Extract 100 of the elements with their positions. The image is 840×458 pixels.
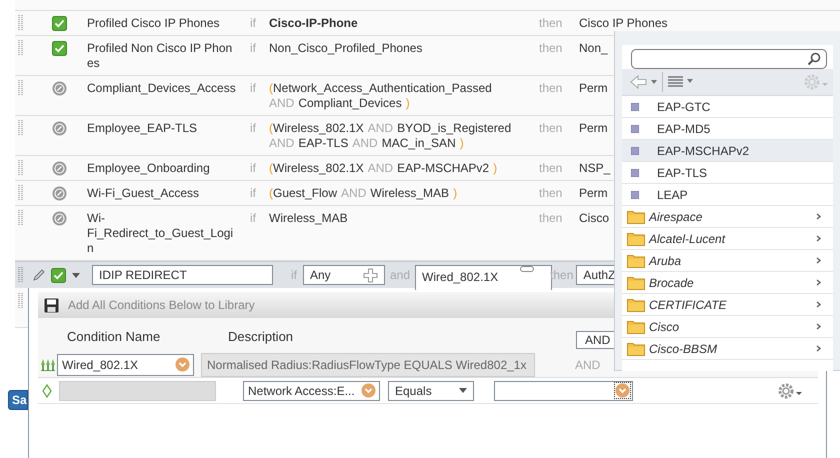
value-field[interactable] <box>494 380 633 400</box>
rule-name: Wi- Fi_Redirect_to_Guest_Logi n <box>87 211 234 256</box>
folder-icon <box>627 210 645 224</box>
dropdown-caret-icon[interactable] <box>361 383 376 398</box>
dictionary-item[interactable]: EAP-MSCHAPv2 <box>622 140 833 162</box>
parenthesis: ) <box>453 186 458 200</box>
folder-icon <box>627 254 645 268</box>
then-label: then <box>539 211 562 225</box>
condition-term: Compliant_Devices <box>298 96 402 110</box>
if-label: if <box>250 121 256 135</box>
if-label: if <box>250 211 256 225</box>
drag-handle-icon[interactable] <box>18 40 24 56</box>
drag-handle-icon[interactable] <box>18 160 24 176</box>
drag-handle-icon[interactable] <box>18 80 24 96</box>
list-view-icon[interactable] <box>667 75 695 89</box>
result-profile: Cisco IP Phones <box>579 16 668 30</box>
search-icon[interactable] <box>807 52 821 66</box>
condition-field[interactable]: Any <box>303 265 385 285</box>
caret-icon[interactable] <box>72 272 80 278</box>
then-label: then <box>539 121 562 135</box>
dropdown-caret-icon[interactable] <box>175 357 190 372</box>
rule-name: Profiled Non Cisco IP Phon es <box>87 41 232 71</box>
rule-name: Profiled Cisco IP Phones <box>87 16 220 31</box>
if-label: if <box>291 268 297 282</box>
pencil-icon[interactable] <box>33 269 45 281</box>
operator-label: AND <box>368 121 394 135</box>
settings-icon[interactable] <box>777 382 803 400</box>
folder-icon <box>627 298 645 312</box>
caret-icon <box>459 388 467 393</box>
condition-term: EAP-TLS <box>298 136 348 150</box>
if-label: if <box>250 186 256 200</box>
condition-name-field[interactable] <box>59 380 216 400</box>
drag-handle-icon[interactable] <box>18 293 24 309</box>
parenthesis: ( <box>269 121 273 135</box>
rule-name-field[interactable]: IDIP REDIRECT <box>92 265 273 285</box>
plus-icon[interactable] <box>363 268 378 282</box>
chevron-right-icon <box>816 323 821 330</box>
rule-name: Wi-Fi_Guest_Access <box>87 186 200 201</box>
if-label: if <box>250 161 256 175</box>
parenthesis: ) <box>460 136 464 150</box>
rule-name: Employee_EAP-TLS <box>87 121 198 136</box>
diamond-icon <box>42 384 52 398</box>
chevron-right-icon <box>816 213 821 220</box>
settings-icon[interactable] <box>803 73 829 91</box>
condition-name-field[interactable]: Wired_802.1X <box>57 354 194 376</box>
folder-icon <box>627 342 645 356</box>
description-field: Normalised Radius:RadiusFlowType EQUALS Wired802_1x <box>201 352 535 376</box>
then-label: then <box>539 41 562 55</box>
condition-term: Non_Cisco_Profiled_Phones <box>269 41 422 55</box>
folder-icon <box>627 232 645 246</box>
condition-tab[interactable]: Wired_802.1X <box>415 264 552 290</box>
parenthesis: ( <box>269 161 273 175</box>
operator-select[interactable]: Equals <box>388 380 474 400</box>
operator-label: AND <box>352 136 378 150</box>
attribute-select[interactable]: Network Access:E... <box>243 380 380 400</box>
if-label: if <box>250 16 256 30</box>
operator-label: AND <box>368 161 394 175</box>
operator-label: AND <box>269 136 294 150</box>
drag-handle-icon[interactable] <box>18 120 24 136</box>
column-header: Condition Name <box>67 328 162 344</box>
dropdown-caret-icon[interactable] <box>615 383 630 398</box>
parenthesis: ) <box>406 96 410 110</box>
enabled-checkbox[interactable] <box>51 268 66 282</box>
chevron-right-icon <box>816 345 821 352</box>
if-label: if <box>250 41 256 55</box>
condition-term: Wireless_802.1X <box>273 121 364 135</box>
then-label: then <box>539 81 562 95</box>
rule-name: Employee_Onboarding <box>87 161 210 176</box>
operator-label: AND <box>575 358 600 372</box>
result-profile: Perm <box>579 186 608 200</box>
condition-term: MAC_in_SAN <box>382 136 456 150</box>
parenthesis: ( <box>269 81 273 95</box>
chevron-right-icon <box>816 235 821 242</box>
drag-handle-icon[interactable] <box>18 267 24 283</box>
result-profile: Cisco <box>579 211 610 225</box>
drag-handle-icon[interactable] <box>18 15 24 31</box>
then-label: then <box>539 161 562 175</box>
operator-label: AND <box>341 186 366 200</box>
folder-icon <box>627 320 645 334</box>
result-profile: Perm <box>579 81 608 95</box>
chevron-right-icon <box>816 257 821 264</box>
condition-term: Cisco-IP-Phone <box>269 16 358 30</box>
search-field[interactable] <box>631 49 827 69</box>
result-profile: NSP_ <box>579 161 610 175</box>
operator-label: AND <box>269 96 294 110</box>
condition-term: Wireless_802.1X <box>273 161 364 175</box>
condition-term: Network_Access_Authentication_Passed <box>273 81 492 95</box>
condition-term: EAP-MSCHAPv2 <box>397 161 490 175</box>
chevron-right-icon <box>816 279 821 286</box>
chevron-right-icon <box>816 301 821 308</box>
and-label: and <box>390 268 410 282</box>
minus-icon[interactable] <box>520 266 534 272</box>
if-label: if <box>250 81 256 95</box>
condition-term: Guest_Flow <box>273 186 338 200</box>
then-label: then <box>539 186 562 200</box>
drag-handle-icon[interactable] <box>18 185 24 201</box>
drag-handle-icon[interactable] <box>18 210 24 226</box>
condition-term: Wireless_MAB <box>370 186 450 200</box>
back-arrow-icon[interactable] <box>630 75 658 89</box>
save-button[interactable]: Sa <box>8 390 28 410</box>
